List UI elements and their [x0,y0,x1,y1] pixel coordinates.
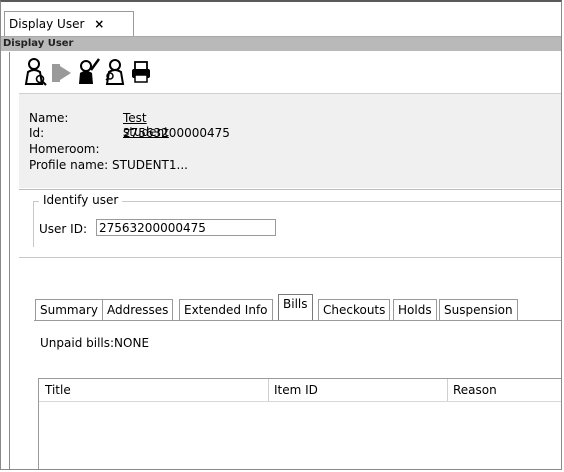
tab-suspension[interactable]: Suspension [439,299,518,320]
homeroom-row: Homeroom: [29,142,100,156]
bills-table[interactable]: Title Item ID Reason [38,378,561,469]
user-search-icon[interactable] [23,56,47,86]
identify-user-legend: Identify user [39,193,123,207]
close-icon[interactable]: × [94,17,104,31]
tab-bills[interactable]: Bills [278,294,313,321]
profile-row: Profile name: STUDENT1... [29,158,188,172]
edit-user-icon[interactable] [77,56,101,86]
id-row: Id: 27563200000475 [29,126,230,140]
divider [19,189,561,190]
unpaid-bills-status: Unpaid bills:NONE [40,336,150,350]
column-header-item-id[interactable]: Item ID [274,379,318,401]
table-header-divider [39,401,561,402]
column-separator [268,379,269,401]
display-user-tab-label: Display User [9,17,85,31]
user-id-input[interactable] [96,219,276,236]
divider [19,257,561,258]
tab-addresses[interactable]: Addresses [102,299,174,320]
user-lookup-icon[interactable] [103,56,127,86]
name-label: Name: [29,111,69,125]
id-label: Id: [29,126,45,140]
user-info-box: Name: Test student Id: 27563200000475 Ho… [19,93,561,188]
name-row: Name: Test student [29,111,169,139]
tab-summary[interactable]: Summary [35,299,103,320]
document-tabstrip: Display User × [1,2,561,37]
homeroom-label: Homeroom: [29,142,100,156]
column-header-reason[interactable]: Reason [453,379,497,401]
column-separator [447,379,448,401]
forward-user-icon[interactable] [49,56,73,86]
print-icon[interactable] [129,56,153,86]
column-header-title[interactable]: Title [45,379,71,401]
id-value: 27563200000475 [123,126,230,140]
tab-baseline [34,320,561,321]
tab-holds[interactable]: Holds [393,299,437,320]
profile-label: Profile name: [29,158,109,172]
profile-value: STUDENT1... [112,158,188,172]
user-id-label: User ID: [39,222,87,236]
display-user-window: Display User × Display User Name: Test s… [0,0,562,470]
panel-header: Display User [1,37,561,51]
tab-checkouts[interactable]: Checkouts [318,299,391,320]
tab-extended-info[interactable]: Extended Info [179,299,273,320]
display-user-tab[interactable]: Display User × [4,11,134,36]
